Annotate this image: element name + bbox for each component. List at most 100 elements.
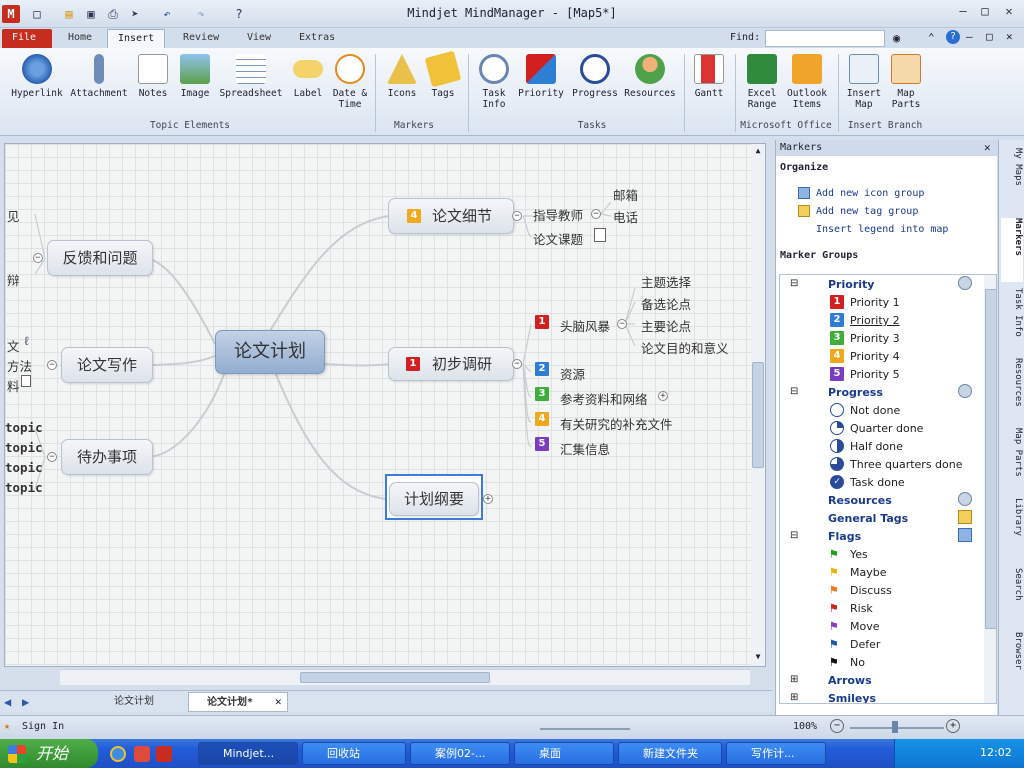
add-icon-group-link[interactable]: Add new icon group	[816, 188, 924, 199]
collapse-toggle[interactable]: −	[47, 452, 57, 462]
add-tag-icon[interactable]	[958, 510, 972, 524]
doc-tab-2[interactable]: 论文计划*	[188, 692, 288, 712]
ie-icon[interactable]	[110, 746, 126, 762]
note-icon[interactable]	[21, 375, 31, 387]
marker-priority-5[interactable]: Priority 5	[850, 368, 900, 381]
marker-not-done[interactable]: Not done	[850, 404, 900, 417]
collapse-progress-icon[interactable]: ⊟	[790, 386, 798, 397]
add-marker-icon[interactable]	[958, 384, 972, 398]
subtopic-supplement[interactable]: 有关研究的补充文件	[560, 414, 673, 433]
marker-priority-2[interactable]: Priority 2	[850, 314, 900, 327]
marker-three-quarters-done[interactable]: Three quarters done	[850, 458, 963, 471]
group-smileys[interactable]: Smileys	[828, 692, 876, 703]
collapse-priority-icon[interactable]: ⊟	[790, 278, 798, 289]
sign-in-link[interactable]: Sign In	[22, 721, 64, 732]
marker-half-done[interactable]: Half done	[850, 440, 903, 453]
map-parts-button[interactable]: Map Parts	[886, 52, 926, 118]
scroll-thumb[interactable]	[752, 362, 764, 468]
subtopic-email[interactable]: 邮箱	[613, 185, 638, 204]
close-button[interactable]: ✕	[998, 4, 1020, 22]
flag-move[interactable]: Move	[850, 620, 880, 633]
tab-file[interactable]: File	[2, 29, 52, 48]
collapse-flags-icon[interactable]: ⊟	[790, 530, 798, 541]
expand-toggle[interactable]: +	[658, 391, 668, 401]
tab-insert[interactable]: Insert	[107, 29, 165, 48]
excel-range-button[interactable]: Excel Range	[740, 52, 784, 118]
flag-risk[interactable]: Risk	[850, 602, 873, 615]
add-tag-group-link[interactable]: Add new tag group	[816, 206, 918, 217]
marker-priority-1[interactable]: Priority 1	[850, 296, 900, 309]
subtopic-purpose[interactable]: 论文目的和意义	[641, 338, 729, 357]
help-circle-icon[interactable]: ?	[946, 30, 960, 44]
tab-prev-icon[interactable]: ◀	[4, 695, 11, 709]
find-input[interactable]	[765, 30, 885, 47]
icons-button[interactable]: Icons	[382, 52, 422, 118]
horizontal-scrollbar[interactable]	[60, 669, 750, 685]
marker-quarter-done[interactable]: Quarter done	[850, 422, 923, 435]
doc-restore-button[interactable]: □	[986, 30, 993, 43]
topic-todo[interactable]: 待办事项	[61, 439, 153, 475]
note-icon[interactable]	[594, 228, 606, 242]
quicklaunch-icon[interactable]	[134, 746, 150, 762]
outlook-items-button[interactable]: Outlook Items	[784, 52, 830, 118]
collapse-toggle[interactable]: −	[591, 209, 601, 219]
resources-button[interactable]: Resources	[622, 52, 678, 118]
notes-button[interactable]: Notes	[134, 52, 172, 118]
priority-button[interactable]: Priority	[516, 52, 566, 118]
topic-outline-selected[interactable]: 计划纲要	[389, 482, 479, 516]
subtopic-alt-thesis[interactable]: 备选论点	[641, 294, 691, 313]
attachment-icon[interactable]: ℓ	[23, 334, 30, 349]
group-progress[interactable]: Progress	[828, 386, 883, 399]
doc-minimize-button[interactable]: —	[966, 30, 973, 43]
taskbar-writing-plan[interactable]: 写作计...	[726, 742, 826, 765]
add-marker-icon[interactable]	[958, 528, 972, 542]
taskbar-case02[interactable]: 案例02-...	[410, 742, 510, 765]
group-resources[interactable]: Resources	[828, 494, 892, 507]
group-flags[interactable]: Flags	[828, 530, 861, 543]
hscroll-thumb[interactable]	[300, 672, 490, 683]
scroll-up-icon[interactable]: ▲	[752, 146, 764, 156]
zoom-slider-track[interactable]	[540, 728, 630, 730]
zoom-out-button[interactable]: −	[830, 719, 844, 733]
subtopic-references[interactable]: 参考资料和网络	[560, 389, 648, 408]
marker-priority-3[interactable]: Priority 3	[850, 332, 900, 345]
doc-close-button[interactable]: ✕	[1006, 30, 1013, 43]
tab-home[interactable]: Home	[58, 29, 102, 48]
hyperlink-button[interactable]: Hyperlink	[6, 52, 68, 118]
flag-maybe[interactable]: Maybe	[850, 566, 887, 579]
side-tab-browser[interactable]: Browser	[1001, 632, 1023, 696]
expand-toggle[interactable]: +	[483, 494, 493, 504]
minimize-button[interactable]: —	[952, 4, 974, 22]
date-time-button[interactable]: Date & Time	[330, 52, 370, 118]
subtopic-topic[interactable]: 论文课题	[533, 229, 583, 248]
expand-smileys-icon[interactable]: ⊞	[790, 692, 798, 703]
add-marker-icon[interactable]	[958, 492, 972, 506]
side-tab-search[interactable]: Search	[1001, 568, 1023, 628]
flag-defer[interactable]: Defer	[850, 638, 880, 651]
collapse-toggle[interactable]: −	[617, 319, 627, 329]
collapse-toggle[interactable]: −	[512, 211, 522, 221]
subtopic-brainstorm[interactable]: 头脑风暴	[560, 316, 610, 335]
side-tab-resources[interactable]: Resources	[1001, 358, 1023, 422]
tab-next-icon[interactable]: ▶	[22, 695, 29, 709]
insert-legend-link[interactable]: Insert legend into map	[816, 224, 948, 235]
expand-arrows-icon[interactable]: ⊞	[790, 674, 798, 685]
maximize-button[interactable]: □	[974, 4, 996, 22]
attachment-button[interactable]: Attachment	[68, 52, 130, 118]
side-tab-map-parts[interactable]: Map Parts	[1001, 428, 1023, 492]
group-general-tags[interactable]: General Tags	[828, 512, 908, 525]
topic-writing[interactable]: 论文写作	[61, 347, 153, 383]
collapse-toggle[interactable]: −	[33, 253, 43, 263]
add-marker-icon[interactable]	[958, 276, 972, 290]
taskbar-new-folder[interactable]: 新建文件夹	[618, 742, 722, 765]
group-priority[interactable]: Priority	[828, 278, 874, 291]
binoculars-icon[interactable]: ◉	[893, 31, 900, 45]
doc-tab-1[interactable]: 论文计划	[96, 692, 176, 712]
tags-button[interactable]: Tags	[424, 50, 462, 118]
tree-scroll-thumb[interactable]	[985, 289, 996, 629]
side-tab-markers[interactable]: Markers	[1001, 218, 1023, 282]
subtopic-main-thesis[interactable]: 主要论点	[641, 316, 691, 335]
side-tab-my-maps[interactable]: My Maps	[1001, 148, 1023, 212]
side-tab-library[interactable]: Library	[1001, 498, 1023, 562]
marker-priority-4[interactable]: Priority 4	[850, 350, 900, 363]
